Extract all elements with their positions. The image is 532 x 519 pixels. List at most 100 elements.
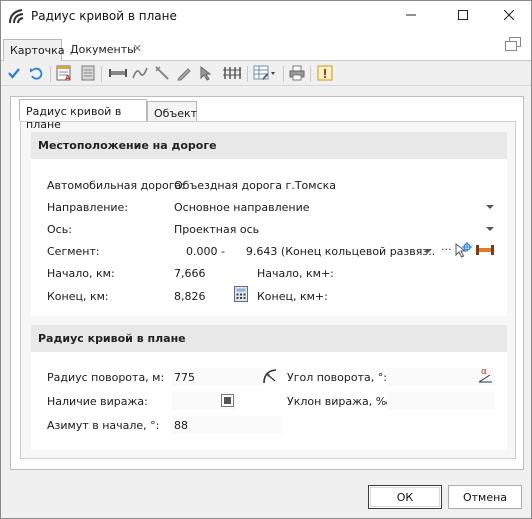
toolbar-separator — [283, 66, 284, 82]
segment-select[interactable]: 0.000 - 9.643 (Конец кольцевой развяз... — [172, 242, 436, 260]
ruler-button[interactable] — [107, 65, 129, 83]
azimuth-input[interactable]: 88 — [172, 416, 282, 434]
cancel-label: Отмена — [462, 490, 508, 504]
direction-select[interactable]: Основное направление — [172, 198, 498, 216]
segment-more-button[interactable]: ··· — [441, 243, 452, 256]
tab-object-label: Объект — [154, 107, 198, 120]
print-button[interactable] — [288, 65, 306, 83]
curve-icon — [132, 65, 148, 84]
superelevation-label: Наличие виража: — [47, 395, 148, 408]
tab-radius[interactable]: Радиус кривой в плане — [19, 99, 147, 131]
toolbar-separator — [247, 66, 248, 82]
form-panel: Местоположение на дороге Автомобильная д… — [20, 121, 516, 459]
pencil-icon — [176, 65, 192, 84]
start-km-input[interactable]: 7,666 — [172, 264, 252, 282]
close-icon — [503, 9, 515, 23]
radius-label: Радиус поворота, м: — [47, 371, 165, 384]
fence-button[interactable] — [221, 65, 243, 83]
tab-documents-label: Документы — [70, 43, 136, 56]
tab-documents[interactable]: Документы ✕ — [64, 39, 148, 61]
dialog-window: Радиус кривой в плане Карточка Документы… — [0, 0, 532, 519]
superelevation-slope-label: Уклон виража, ‰: — [287, 395, 395, 408]
chevron-down-icon — [486, 227, 494, 231]
axis-value: Проектная ось — [174, 223, 260, 236]
maximize-button[interactable] — [443, 1, 483, 31]
calculator-icon[interactable] — [233, 286, 249, 302]
pencil-button[interactable] — [175, 65, 193, 83]
print-icon — [289, 65, 305, 84]
table-menu-button[interactable] — [252, 65, 278, 83]
end-km-value: 8,826 — [174, 290, 206, 303]
toolbar: A — [1, 62, 531, 86]
direction-value: Основное направление — [174, 201, 310, 214]
measure-button[interactable] — [153, 65, 171, 83]
ruler-icon — [108, 68, 128, 81]
warning-button[interactable] — [316, 65, 334, 83]
road-section-icon[interactable] — [475, 243, 495, 257]
title-bar: Радиус кривой в плане — [1, 1, 531, 31]
minimize-button[interactable] — [391, 1, 431, 31]
radius-value: 775 — [174, 371, 195, 384]
location-header-text: Местоположение на дороге — [38, 139, 217, 152]
measure-icon — [154, 65, 170, 84]
ok-button[interactable]: ОК — [368, 485, 442, 509]
superelevation-checkbox[interactable] — [220, 393, 234, 407]
curve-section-header: Радиус кривой в плане — [31, 325, 507, 352]
segment-label: Сегмент: — [47, 245, 100, 258]
document-tabstrip: Карточка Документы ✕ — [1, 31, 531, 61]
azimuth-label: Азимут в начале, °: — [47, 419, 160, 432]
segment-value: 0.000 - 9.643 (Конец кольцевой развяз... — [186, 245, 436, 258]
start-km-label: Начало, км: — [47, 267, 115, 280]
check-icon — [7, 66, 21, 83]
end-kmplus-label: Конец, км+: — [257, 290, 328, 303]
start-kmplus-label: Начало, км+: — [257, 267, 334, 280]
toolbar-separator — [50, 66, 51, 82]
undo-icon — [29, 66, 43, 83]
svg-text:A: A — [65, 74, 71, 81]
cursor-icon — [198, 65, 214, 84]
fence-icon — [222, 66, 242, 83]
direction-label: Направление: — [47, 201, 129, 214]
azimuth-value: 88 — [174, 419, 188, 432]
angle-icon[interactable]: α — [477, 366, 493, 384]
curve-header-text: Радиус кривой в плане — [38, 332, 186, 345]
report-button[interactable]: A — [55, 65, 73, 83]
curve-button[interactable] — [131, 65, 149, 83]
table-icon — [253, 65, 277, 84]
chevron-down-icon — [424, 249, 432, 253]
tab-close-icon[interactable]: ✕ — [133, 42, 142, 55]
curve-section-body: Радиус поворота, м: 775 Угол поворота, °… — [31, 352, 507, 450]
minimize-icon — [406, 10, 416, 23]
superelevation-slope-input[interactable] — [387, 392, 495, 410]
road-label: Автомобильная дорога: — [47, 179, 185, 192]
select-button[interactable] — [197, 65, 215, 83]
location-section-header: Местоположение на дороге — [31, 132, 507, 159]
tab-object[interactable]: Объект — [147, 101, 197, 121]
report-icon: A — [56, 65, 72, 84]
ok-label: ОК — [396, 490, 414, 504]
radius-calc-icon[interactable] — [260, 366, 280, 386]
cancel-button[interactable]: Отмена — [448, 485, 522, 509]
restore-window-icon[interactable] — [505, 37, 521, 51]
close-button[interactable] — [489, 1, 529, 31]
location-section-body: Автомобильная дорога: Объездная дорога г… — [31, 159, 507, 316]
warning-icon — [317, 65, 333, 84]
end-km-label: Конец, км: — [47, 290, 109, 303]
toolbar-separator — [310, 66, 311, 82]
document-button[interactable] — [79, 65, 97, 83]
content-area: Радиус кривой в плане Объект Местоположе… — [10, 96, 524, 470]
angle-symbol: α — [481, 367, 487, 377]
start-km-value: 7,666 — [174, 267, 206, 280]
axis-label: Ось: — [47, 223, 72, 236]
locate-on-map-icon[interactable] — [454, 241, 472, 259]
save-button[interactable] — [5, 65, 23, 83]
axis-select[interactable]: Проектная ось — [172, 220, 498, 238]
road-curve-icon — [8, 8, 25, 24]
maximize-icon — [458, 9, 468, 23]
tab-card[interactable]: Карточка — [3, 39, 65, 61]
angle-label: Угол поворота, °: — [287, 371, 387, 384]
undo-button[interactable] — [27, 65, 45, 83]
chevron-down-icon — [486, 205, 494, 209]
document-icon — [81, 65, 95, 84]
radius-input[interactable]: 775 — [172, 368, 264, 386]
